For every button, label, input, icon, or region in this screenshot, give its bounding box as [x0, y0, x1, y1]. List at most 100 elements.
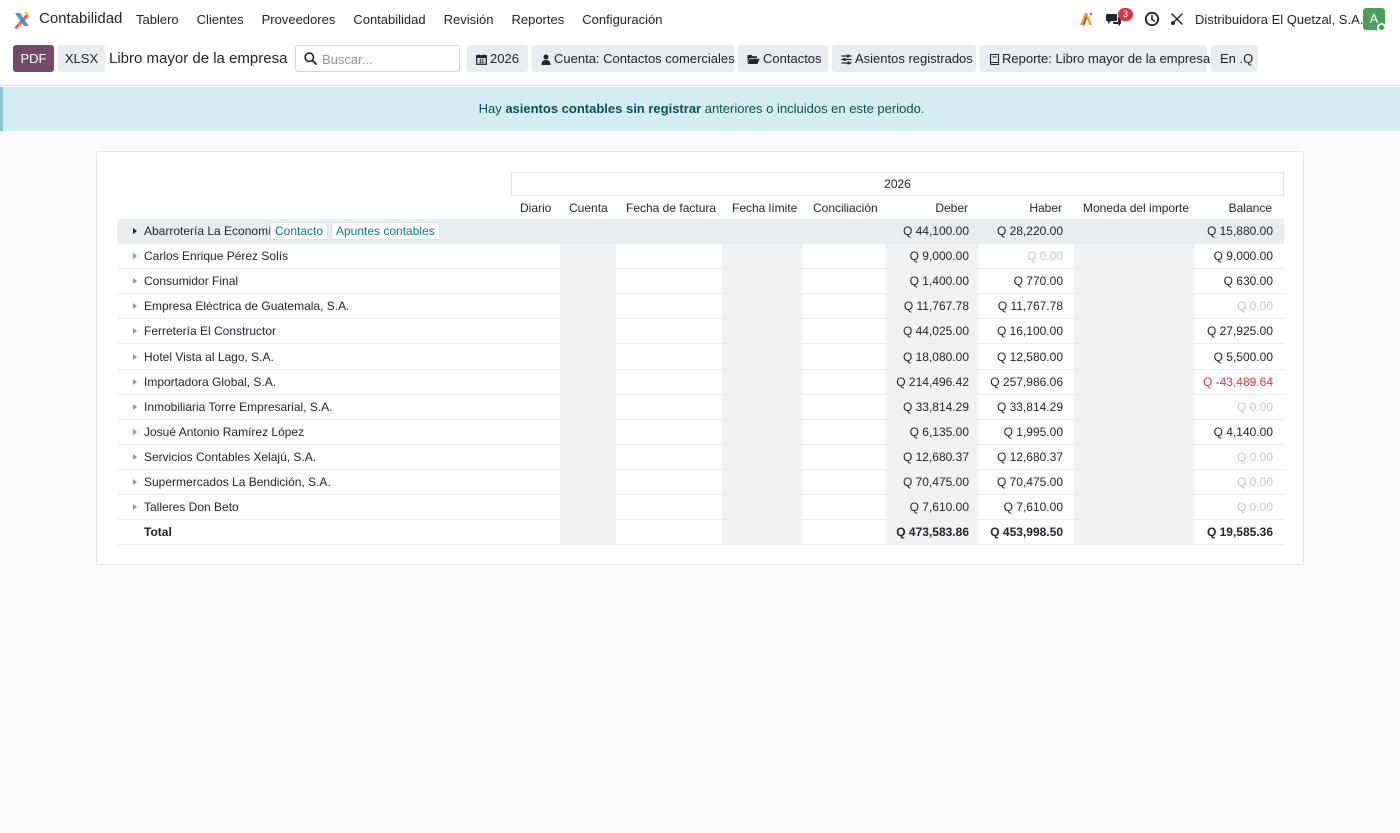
menu-item-tablero[interactable]: Tablero: [136, 12, 179, 27]
partner-name[interactable]: Empresa Eléctrica de Guatemala, S.A.: [144, 299, 349, 313]
ai-assistant-icon[interactable]: [1078, 11, 1094, 27]
partner-name[interactable]: Hotel Vista al Lago, S.A.: [144, 350, 274, 364]
credit-cell: Q 12,580.00: [996, 349, 1063, 364]
menu-item-clientes[interactable]: Clientes: [197, 12, 244, 27]
expand-caret-icon[interactable]: [133, 378, 137, 385]
entries-filter-label: Asientos registrados: [855, 51, 973, 66]
sliders-icon: [841, 54, 852, 65]
partner-name[interactable]: Talleres Don Beto: [144, 500, 239, 514]
partner-name[interactable]: Josué Antonio Ramírez López: [144, 425, 304, 439]
column-header-matching[interactable]: Conciliación: [813, 201, 878, 215]
table-row[interactable]: Carlos Enrique Pérez Solís Q 9,000.00 Q 0.…: [117, 244, 1284, 270]
partner-name[interactable]: Abarrotería La Economía: [144, 224, 278, 238]
report-variant-button[interactable]: Reporte: Libro mayor de la empresa: [980, 45, 1211, 72]
total-balance: Q 19,585.36: [1206, 525, 1273, 540]
unposted-entries-link[interactable]: asientos contables sin registrar: [505, 101, 701, 116]
column-header-debit[interactable]: Deber: [935, 201, 968, 215]
partner-name[interactable]: Importadora Global, S.A.: [144, 375, 276, 389]
table-row[interactable]: Talleres Don Beto Q 7,610.00 Q 7,610.00 Q 0…: [117, 495, 1284, 521]
period-filter-label: 2026: [490, 51, 519, 66]
menu-item-revision[interactable]: Revisión: [444, 12, 494, 27]
partner-name[interactable]: Carlos Enrique Pérez Solís: [144, 249, 288, 263]
balance-cell: Q 4,140.00: [1213, 424, 1273, 439]
activity-clock-icon[interactable]: [1144, 11, 1160, 27]
table-row[interactable]: Inmobiliaria Torre Empresarial, S.A. Q 33…: [117, 395, 1284, 420]
table-row[interactable]: Hotel Vista al Lago, S.A. Q 18,080.00 Q 12…: [117, 345, 1284, 370]
pdf-button[interactable]: PDF: [13, 45, 54, 72]
search-icon: [304, 52, 317, 65]
folder-open-icon: [747, 55, 760, 65]
partners-filter-button[interactable]: Contactos: [738, 45, 828, 72]
contact-action-button[interactable]: Contacto: [270, 222, 329, 240]
table-row[interactable]: Servicios Contables Xelajú, S.A. Q 12,680…: [117, 445, 1284, 470]
expand-caret-icon[interactable]: [133, 479, 137, 485]
app-name[interactable]: Contabilidad: [39, 10, 122, 27]
search-input[interactable]: [322, 50, 452, 68]
credit-cell: Q 11,767.78: [997, 299, 1063, 314]
expand-caret-icon[interactable]: [133, 328, 137, 335]
table-row[interactable]: Abarrotería La Economía Contacto Apuntes c…: [117, 219, 1284, 244]
partner-name[interactable]: Supermercados La Bendición, S.A.: [144, 475, 331, 489]
period-filter-button[interactable]: 2026: [467, 45, 528, 72]
credit-cell: Q 16,100.00: [996, 324, 1063, 339]
menu-item-configuracion[interactable]: Configuración: [582, 12, 662, 27]
menu-item-proveedores[interactable]: Proveedores: [262, 12, 336, 27]
table-row[interactable]: Importadora Global, S.A. Q 214,496.42 Q 25…: [117, 370, 1284, 395]
credit-cell: Q 1,995.00: [1003, 424, 1063, 439]
table-row[interactable]: Supermercados La Bendición, S.A. Q 70,475…: [117, 470, 1284, 495]
table-row[interactable]: Ferretería El Constructor Q 44,025.00 Q 16…: [117, 319, 1284, 345]
expand-caret-icon[interactable]: [133, 353, 137, 360]
menu-item-contabilidad[interactable]: Contabilidad: [353, 12, 425, 27]
debit-cell: Q 44,100.00: [902, 224, 969, 238]
expand-caret-icon[interactable]: [133, 253, 137, 260]
debit-cell: Q 12,680.37: [902, 449, 969, 464]
column-header-due-date[interactable]: Fecha límite: [732, 201, 797, 215]
table-row[interactable]: Josué Antonio Ramírez López Q 6,135.00 Q 1…: [117, 420, 1284, 445]
expand-caret-icon[interactable]: [133, 428, 137, 435]
table-row[interactable]: Consumidor Final Q 1,400.00 Q 770.00 Q 630.…: [117, 269, 1284, 295]
expand-caret-icon[interactable]: [133, 303, 137, 310]
balance-cell: Q 15,880.00: [1206, 224, 1273, 238]
page-title: Libro mayor de la empresa: [109, 50, 288, 67]
search-box[interactable]: [295, 45, 460, 72]
balance-cell: Q 9,000.00: [1213, 249, 1273, 264]
partner-name[interactable]: Ferretería El Constructor: [144, 324, 276, 338]
journal-items-action-button[interactable]: Apuntes contables: [331, 222, 440, 240]
expand-caret-icon[interactable]: [133, 504, 137, 511]
column-header-journal[interactable]: Diario: [520, 201, 551, 215]
xlsx-button[interactable]: XLSX: [58, 45, 105, 72]
expand-caret-icon[interactable]: [133, 228, 137, 234]
balance-cell: Q 630.00: [1223, 274, 1273, 289]
alert-text-post: anteriores o incluidos en este periodo.: [701, 101, 925, 116]
expand-caret-icon[interactable]: [133, 278, 137, 285]
column-header-balance[interactable]: Balance: [1229, 201, 1272, 215]
balance-cell: Q 0.00: [1236, 449, 1273, 464]
credit-cell: Q 70,475.00: [996, 475, 1063, 489]
column-header-credit[interactable]: Haber: [1029, 201, 1062, 215]
menu-item-reportes[interactable]: Reportes: [511, 12, 564, 27]
balance-cell: Q 0.00: [1236, 299, 1273, 314]
debit-cell: Q 214,496.42: [896, 374, 969, 389]
credit-cell: Q 0.00: [1026, 249, 1063, 264]
total-label: Total: [144, 525, 172, 540]
partner-name[interactable]: Servicios Contables Xelajú, S.A.: [144, 450, 316, 464]
table-row[interactable]: Empresa Eléctrica de Guatemala, S.A. Q 11…: [117, 294, 1284, 320]
total-debit: Q 473,583.86: [896, 525, 969, 540]
column-header-account[interactable]: Cuenta: [569, 201, 608, 215]
partner-name[interactable]: Consumidor Final: [144, 274, 238, 288]
currency-filter-button[interactable]: En .Q: [1211, 45, 1258, 72]
expand-caret-icon[interactable]: [133, 403, 137, 410]
column-header-invoice-date[interactable]: Fecha de factura: [626, 201, 716, 215]
company-switcher[interactable]: Distribuidora El Quetzal, S.A.: [1195, 12, 1363, 27]
entries-filter-button[interactable]: Asientos registrados: [832, 45, 976, 72]
debit-cell: Q 11,767.78: [903, 299, 969, 314]
partner-name[interactable]: Inmobiliaria Torre Empresarial, S.A.: [144, 400, 333, 414]
expand-caret-icon[interactable]: [133, 453, 137, 460]
report-variant-label: Reporte: Libro mayor de la empresa: [1002, 51, 1211, 66]
calendar-icon: [476, 54, 487, 65]
online-status-dot: [1377, 23, 1386, 32]
column-header-amount-currency[interactable]: Moneda del importe: [1083, 201, 1189, 215]
account-filter-button[interactable]: Cuenta: Contactos comerciales: [532, 45, 735, 72]
debug-tools-icon[interactable]: [1169, 11, 1185, 27]
accounting-app-icon[interactable]: [12, 10, 32, 30]
